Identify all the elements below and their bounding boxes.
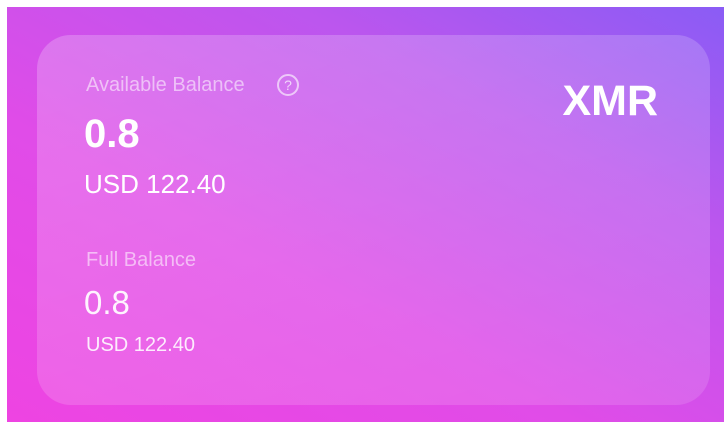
balance-card[interactable]: Available Balance ? 0.8 USD 122.40 Full … bbox=[37, 35, 710, 405]
full-balance-fiat: USD 122.40 bbox=[86, 334, 195, 356]
full-balance-label: Full Balance bbox=[86, 249, 197, 271]
available-balance-label: Available Balance bbox=[86, 74, 245, 96]
currency-ticker: XMR bbox=[562, 77, 658, 125]
full-balance-amount: 0.8 bbox=[84, 284, 130, 321]
available-balance-fiat: USD 122.40 bbox=[84, 169, 226, 199]
available-balance-amount: 0.8 bbox=[84, 112, 140, 156]
wallet-screen: Available Balance ? 0.8 USD 122.40 Full … bbox=[7, 7, 724, 422]
question-circle-icon[interactable]: ? bbox=[277, 74, 299, 96]
